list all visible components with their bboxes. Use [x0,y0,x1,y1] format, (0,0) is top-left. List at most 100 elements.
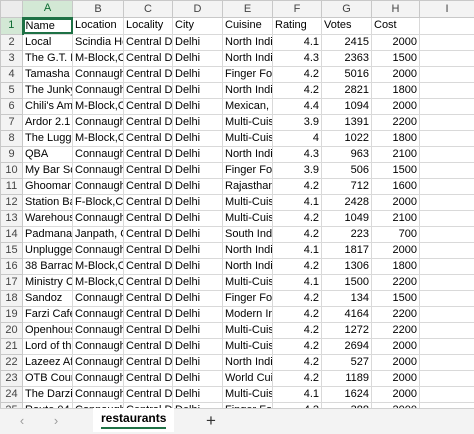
cell-a3[interactable]: The G.T. R [22,49,73,67]
cell-e21[interactable]: Multi-Cuis [222,337,273,355]
cell-d11[interactable]: Delhi [172,177,223,195]
cell-a15[interactable]: Unplugge [22,241,73,259]
cell-h7[interactable]: 2200 [371,113,420,131]
cell-e5[interactable]: North Indi [222,81,273,99]
row-header[interactable]: 4 [0,65,23,83]
cell-f6[interactable]: 4.4 [272,97,322,115]
row-header[interactable]: 21 [0,337,23,355]
cell-d6[interactable]: Delhi [172,97,223,115]
cell-g12[interactable]: 2428 [321,193,372,211]
cell-h3[interactable]: 1500 [371,49,420,67]
cell-i7[interactable] [419,113,474,131]
cell-a6[interactable]: Chili's Am [22,97,73,115]
cell-b21[interactable]: Connaugh [72,337,124,355]
cell-d8[interactable]: Delhi [172,129,223,147]
cell-i6[interactable] [419,97,474,115]
cell-b18[interactable]: Connaugh [72,289,124,307]
cell-d23[interactable]: Delhi [172,369,223,387]
cell-i11[interactable] [419,177,474,195]
row-header[interactable]: 1 [0,17,24,35]
cell-f16[interactable]: 4.2 [272,257,322,275]
cell-a20[interactable]: Openhous [22,321,73,339]
cell-g6[interactable]: 1094 [321,97,372,115]
cell-i9[interactable] [419,145,474,163]
row-header[interactable]: 22 [0,353,23,371]
cell-f10[interactable]: 3.9 [272,161,322,179]
cell-e10[interactable]: Finger Foc [222,161,273,179]
cell-a7[interactable]: Ardor 2.1 [22,113,73,131]
cell-b15[interactable]: Connaugh [72,241,124,259]
row-header[interactable]: 9 [0,145,23,163]
cell-g17[interactable]: 1500 [321,273,372,291]
cell-g8[interactable]: 1022 [321,129,372,147]
cell-f9[interactable]: 4.3 [272,145,322,163]
cell-d5[interactable]: Delhi [172,81,223,99]
cell-e11[interactable]: Rajasthani [222,177,273,195]
cell-h21[interactable]: 2000 [371,337,420,355]
cell-g15[interactable]: 1817 [321,241,372,259]
cell-b20[interactable]: Connaugh [72,321,124,339]
cell-g14[interactable]: 223 [321,225,372,243]
spreadsheet-grid[interactable]: ABCDEFGHI 1 Name Location Locality City Cuisi… [0,0,474,408]
cell-e15[interactable]: North Indi [222,241,273,259]
cell-d16[interactable]: Delhi [172,257,223,275]
cell-i8[interactable] [419,129,474,147]
cell-f3[interactable]: 4.3 [272,49,322,67]
row-header[interactable]: 3 [0,49,23,67]
cell-f15[interactable]: 4.1 [272,241,322,259]
column-header-e[interactable]: E [222,0,273,18]
cell-d4[interactable]: Delhi [172,65,223,83]
cell-b4[interactable]: Connaugh [72,65,124,83]
row-header[interactable]: 8 [0,129,23,147]
cell-e17[interactable]: Multi-Cuis [222,273,273,291]
cell-f2[interactable]: 4.1 [272,33,322,51]
row-header[interactable]: 10 [0,161,23,179]
cell-g2[interactable]: 2415 [321,33,372,51]
column-header-c[interactable]: C [123,0,173,18]
cell-i20[interactable] [419,321,474,339]
cell-c7[interactable]: Central De [123,113,173,131]
cell-i3[interactable] [419,49,474,67]
row-header[interactable]: 11 [0,177,23,195]
cell-g23[interactable]: 1189 [321,369,372,387]
cell-c1[interactable]: Locality [123,17,173,35]
cell-a1[interactable]: Name [22,17,73,35]
cell-g1[interactable]: Votes [321,17,372,35]
cell-f18[interactable]: 4.2 [272,289,322,307]
cell-a13[interactable]: Warehous [22,209,73,227]
cell-d24[interactable]: Delhi [172,385,223,403]
cell-e3[interactable]: North Indi [222,49,273,67]
cell-g18[interactable]: 134 [321,289,372,307]
cell-f7[interactable]: 3.9 [272,113,322,131]
cell-c15[interactable]: Central De [123,241,173,259]
cell-b6[interactable]: M-Block,C [72,97,124,115]
cell-c12[interactable]: Central De [123,193,173,211]
cell-i5[interactable] [419,81,474,99]
cell-b5[interactable]: Connaugh [72,81,124,99]
cell-f13[interactable]: 4.2 [272,209,322,227]
cell-g5[interactable]: 2821 [321,81,372,99]
cell-b9[interactable]: Connaugh [72,145,124,163]
row-header[interactable]: 24 [0,385,23,403]
cell-a11[interactable]: Ghoomar [22,177,73,195]
cell-e24[interactable]: Multi-Cuis [222,385,273,403]
cell-a17[interactable]: Ministry C [22,273,73,291]
cell-b2[interactable]: Scindia Ho [72,33,124,51]
cell-e16[interactable]: North Indi [222,257,273,275]
cell-c16[interactable]: Central De [123,257,173,275]
cell-i2[interactable] [419,33,474,51]
cell-d10[interactable]: Delhi [172,161,223,179]
cell-b3[interactable]: M-Block,C [72,49,124,67]
cell-b17[interactable]: M-Block,C [72,273,124,291]
row-header[interactable]: 19 [0,305,23,323]
cell-g16[interactable]: 1306 [321,257,372,275]
cell-i16[interactable] [419,257,474,275]
cell-i15[interactable] [419,241,474,259]
cell-f1[interactable]: Rating [272,17,322,35]
cell-h18[interactable]: 1500 [371,289,420,307]
cell-c9[interactable]: Central De [123,145,173,163]
cell-e13[interactable]: Multi-Cuis [222,209,273,227]
cell-e19[interactable]: Modern Ir [222,305,273,323]
cell-h16[interactable]: 1800 [371,257,420,275]
cell-h12[interactable]: 2000 [371,193,420,211]
